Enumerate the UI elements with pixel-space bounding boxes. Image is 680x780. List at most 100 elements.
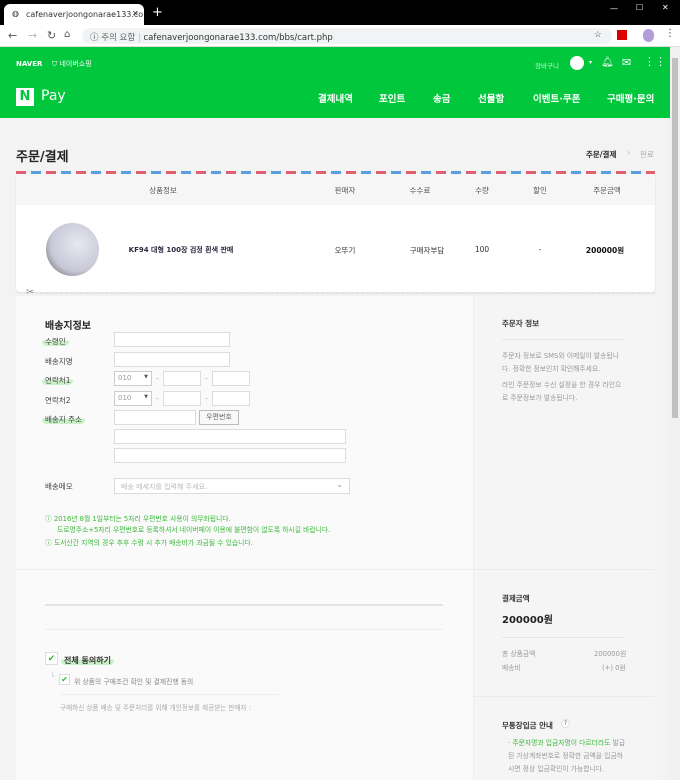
divider [45, 629, 443, 630]
nav-gift-box[interactable]: 선물함 [478, 91, 504, 105]
back-icon[interactable]: ← [8, 29, 17, 42]
window-close-icon[interactable]: ✕ [662, 3, 669, 12]
page-title: 주문/결제 [16, 150, 69, 165]
browser-tab[interactable]: ◍ cafenaverjoongonarae133.com/✕ [4, 4, 144, 25]
globe-icon: ◍ [12, 9, 19, 18]
bank-transfer-title: 무통장입금 안내 [502, 721, 553, 730]
nav-payment-history[interactable]: 결제내역 [318, 91, 353, 105]
help-icon[interactable]: ? [561, 719, 570, 728]
address-input[interactable] [114, 429, 346, 444]
npay-logo-icon[interactable]: N [16, 88, 34, 106]
shipping-fee-value: (+) 0원 [602, 664, 626, 672]
divider [45, 604, 443, 606]
label-recipient: 수령인 [42, 337, 69, 346]
product-name[interactable]: KF94 대형 100장 검정 흰색 판매 [129, 245, 234, 255]
col-product: 상품정보 [149, 186, 177, 195]
address-detail-input[interactable] [114, 448, 346, 463]
divider [473, 696, 655, 697]
profile-icon[interactable] [643, 29, 654, 42]
divider [60, 694, 279, 695]
reload-icon[interactable]: ↻ [47, 29, 56, 42]
nav-points[interactable]: 포인트 [379, 91, 405, 105]
zipcode-button[interactable]: 우편번호 [199, 410, 239, 425]
place-name-input[interactable] [114, 352, 230, 367]
star-icon[interactable]: ☆ [594, 30, 602, 40]
phone1-middle-input[interactable] [163, 371, 201, 386]
label-address: 배송지 주소 [42, 415, 85, 424]
caret-down-icon[interactable]: ▾ [589, 59, 592, 66]
memo-select[interactable]: 배송 메세지를 입력해 주세요. ⌄ [114, 478, 350, 494]
orderer-title: 주문자 정보 [502, 319, 540, 328]
chevron-down-icon: ⌄ [336, 480, 343, 489]
chevron-right-icon: › [627, 148, 631, 157]
mail-icon[interactable]: ✉ [622, 56, 631, 69]
agree-terms-label: 위 상품의 구매조건 확인 및 결제진행 동의 [74, 678, 194, 686]
naver-logo[interactable]: NAVER [16, 60, 42, 68]
payment-total: 200000원 [502, 615, 553, 626]
caret-down-icon: ▼ [144, 394, 148, 400]
cart-link[interactable]: 장바구니 [535, 60, 559, 70]
menu-icon[interactable]: ⋮ [665, 28, 675, 39]
agree-all-label: 전체 동의하기 [61, 656, 114, 665]
shopping-label: 네이버쇼핑 [59, 60, 92, 68]
nav-transfer[interactable]: 송금 [433, 91, 450, 105]
phone2-prefix: 010 [118, 394, 132, 402]
phone2-last-input[interactable] [212, 391, 250, 406]
phone1-prefix-select[interactable]: 010 ▼ [114, 371, 152, 386]
orderer-text-line: 라인 주문정보 수신 설정을 한 경우 라인으로 주문정보가 발송됩니다. [502, 381, 622, 402]
items-total-label: 총 상품금액 [502, 650, 536, 658]
col-discount: 할인 [533, 186, 547, 195]
naver-shopping-link[interactable]: ⛉ 네이버쇼핑 [52, 59, 92, 69]
product-thumbnail[interactable] [46, 223, 99, 276]
browser-tab-bar: ◍ cafenaverjoongonarae133.com/✕ + — ☐ ✕ [0, 0, 680, 25]
home-icon[interactable]: ⌂ [64, 29, 70, 40]
col-qty: 수량 [475, 186, 489, 195]
url-text: cafenaverjoongonarae133.com/bbs/cart.php [143, 33, 333, 43]
divider [16, 569, 473, 570]
agree-all-checkbox[interactable]: ✔ [45, 652, 58, 665]
privacy-text: 구매하신 상품 배송 및 주문처리를 위해 개인정보를 제공받는 판매자 : [60, 704, 251, 712]
memo-placeholder: 배송 메세지를 입력해 주세요. [121, 483, 208, 491]
note-zipcode: 2016년 8월 1일부터는 5자리 우편번호 사용이 의무화됩니다. [53, 515, 231, 523]
note-zipcode-detail: 도로명주소+5자리 우편번호로 등록하셔서 네이버페이 이용에 불편함이 없도록… [57, 526, 331, 534]
nav-reviews-inquiries[interactable]: 구매평·문의 [607, 91, 654, 105]
bank-highlight: 주문자명과 입금자명이 다르더라도 [512, 739, 611, 747]
phone2-prefix-select[interactable]: 010 ▼ [114, 391, 152, 406]
phone1-last-input[interactable] [212, 371, 250, 386]
bell-icon[interactable]: 🔔︎ [601, 57, 614, 68]
minimize-icon[interactable]: — [610, 4, 618, 13]
note-remote-area: 도서산간 지역의 경우 추후 수령 시 추가 배송비가 과금될 수 있습니다. [53, 539, 253, 547]
seller: 오뚜기 [334, 246, 356, 255]
close-tab-icon[interactable]: ✕ [132, 9, 139, 18]
payment-title: 결제금액 [502, 594, 530, 603]
tab-title: cafenaverjoongonarae133.com/ [26, 10, 144, 19]
new-tab-button[interactable]: + [152, 5, 163, 20]
items-total-value: 200000원 [594, 650, 627, 658]
discount: - [538, 245, 542, 254]
address-bar-row: ← → ↻ ⌂ ⓘ 주의 요함 | cafenaverjoongonarae13… [0, 25, 680, 47]
order-amount: 200000원 [585, 246, 625, 255]
recipient-input[interactable] [114, 332, 230, 347]
step-complete: 완료 [640, 150, 654, 159]
shipping-fee-label: 배송비 [502, 664, 521, 672]
label-phone2: 연락처2 [45, 396, 71, 405]
agree-terms-checkbox[interactable]: ✔ [59, 674, 70, 685]
nav-events-coupons[interactable]: 이벤트·쿠폰 [533, 91, 580, 105]
forward-icon[interactable]: → [28, 29, 37, 42]
divider [502, 637, 625, 638]
caret-down-icon: ▼ [144, 374, 148, 380]
alert-icon: ⓘ [45, 515, 54, 523]
url-bar[interactable]: ⓘ 주의 요함 | cafenaverjoongonarae133.com/bb… [82, 28, 612, 44]
col-seller: 판매자 [334, 186, 356, 195]
label-phone1: 연락처1 [42, 376, 74, 385]
extension-icon[interactable] [617, 30, 627, 40]
zipcode-input[interactable] [114, 410, 196, 425]
maximize-icon[interactable]: ☐ [636, 3, 643, 12]
step-order: 주문/결제 [586, 150, 617, 159]
scrollbar-thumb[interactable] [672, 58, 678, 418]
divider [473, 569, 655, 570]
col-amount: 주문금액 [593, 186, 621, 195]
pay-logo-text[interactable]: Pay [41, 88, 66, 104]
avatar[interactable] [570, 56, 584, 70]
phone2-middle-input[interactable] [163, 391, 201, 406]
